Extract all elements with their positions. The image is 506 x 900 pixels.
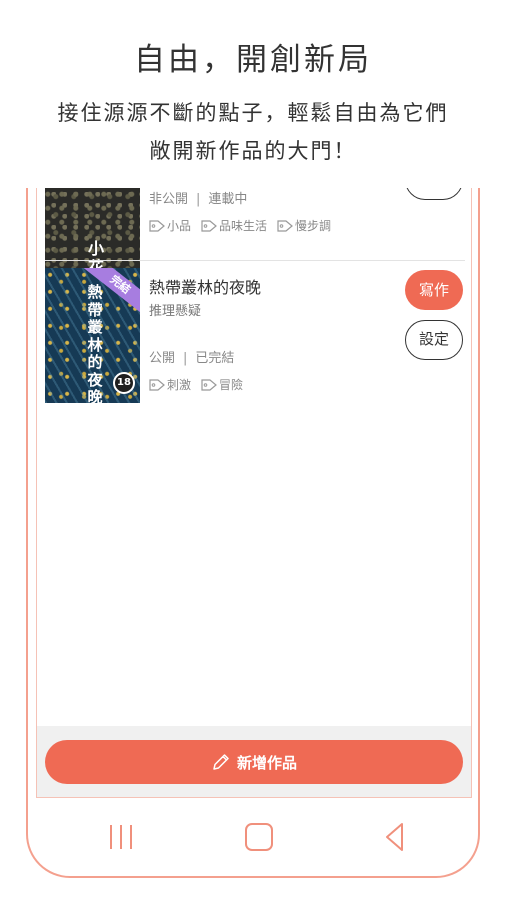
status-progress: 連載中: [208, 192, 248, 207]
tag[interactable]: 刺激: [149, 376, 191, 393]
tag-list: 小品 品味生活 慢步調: [149, 217, 331, 234]
status-visibility: 非公開: [149, 192, 189, 207]
age-rating-badge: 18: [113, 372, 135, 394]
app-screen: 小花 非公開|連載中 小品 品味生活 慢步調 設定: [36, 188, 472, 798]
add-work-button[interactable]: 新增作品: [45, 740, 463, 784]
tag[interactable]: 品味生活: [201, 217, 267, 234]
tag[interactable]: 小品: [149, 217, 191, 234]
tag-label: 慢步調: [295, 219, 332, 233]
promo-subtitle-line-2: 敞開新作品的大門！: [149, 139, 357, 163]
tag-label: 刺激: [167, 378, 192, 392]
promo-subtitle-line-1: 接住源源不斷的點子，輕鬆自由為它們: [57, 101, 449, 125]
bottom-action-bar: 新增作品: [37, 726, 471, 797]
work-status: 非公開 | 連載中: [149, 188, 247, 207]
tag-list: 刺激 冒險: [149, 376, 243, 393]
tag-label: 品味生活: [219, 219, 268, 233]
tag-label: 小品: [167, 219, 192, 233]
settings-button[interactable]: 設定: [405, 188, 463, 200]
settings-button[interactable]: 設定: [405, 320, 463, 360]
tag-icon: [201, 378, 217, 391]
cover-title: 熱帶叢林的夜晚: [87, 283, 103, 403]
work-list-item[interactable]: 熱帶叢林的夜晚 完結 18 熱帶叢林的夜晚 推理懸疑 公開 | 已完結 刺激 冒險 …: [37, 268, 471, 403]
status-separator: |: [183, 351, 188, 366]
divider: [45, 260, 465, 261]
work-genre: 推理懸疑: [149, 304, 202, 319]
tag-icon: [277, 219, 293, 232]
tag-label: 冒險: [219, 378, 244, 392]
home-icon[interactable]: [242, 820, 276, 854]
work-cover[interactable]: 熱帶叢林的夜晚 完結 18: [45, 268, 140, 403]
tag-icon: [149, 378, 165, 391]
work-title[interactable]: 熱帶叢林的夜晚: [149, 274, 261, 298]
tag-icon: [201, 219, 217, 232]
status-visibility: 公開: [149, 351, 176, 366]
work-status: 公開 | 已完結: [149, 347, 234, 366]
back-icon[interactable]: [378, 820, 412, 854]
promo-subtitle: 接住源源不斷的點子，輕鬆自由為它們 敞開新作品的大門！: [0, 94, 506, 170]
status-separator: |: [196, 192, 201, 207]
recent-apps-icon[interactable]: [104, 820, 138, 854]
promo-title: 自由，開創新局: [134, 42, 372, 78]
tag-icon: [149, 219, 165, 232]
system-nav-bar: [26, 806, 480, 866]
status-progress: 已完結: [195, 351, 235, 366]
tag[interactable]: 慢步調: [277, 217, 331, 234]
add-work-label: 新增作品: [236, 753, 297, 772]
write-button[interactable]: 寫作: [405, 270, 463, 310]
tag[interactable]: 冒險: [201, 376, 243, 393]
work-list-item[interactable]: 小花 非公開|連載中 小品 品味生活 慢步調 設定: [37, 188, 471, 283]
pencil-icon: [213, 754, 229, 770]
